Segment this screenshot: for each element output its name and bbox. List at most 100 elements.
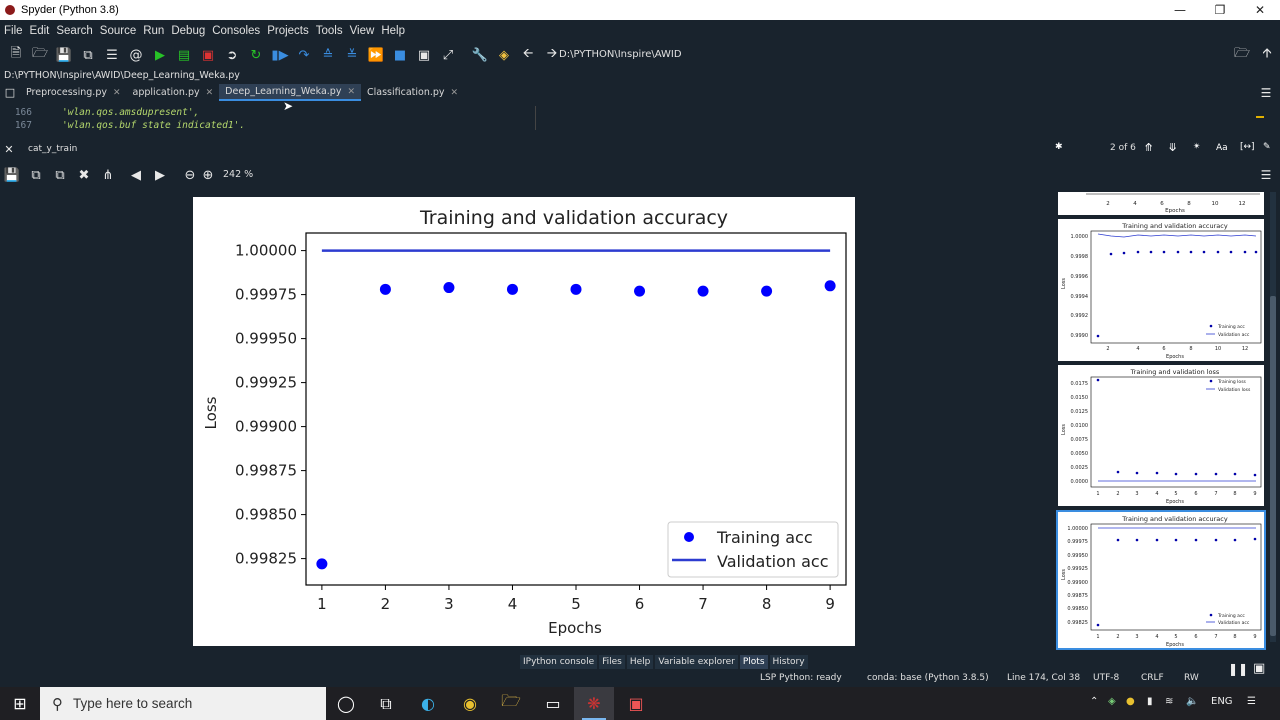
- plots-options-icon[interactable]: ☰: [1254, 163, 1278, 187]
- run-cell-advance-icon[interactable]: ▣: [196, 43, 220, 67]
- close-tab-icon[interactable]: ✕: [113, 88, 121, 98]
- menu-run[interactable]: Run: [143, 25, 164, 37]
- working-directory-field[interactable]: D:\PYTHON\Inspire\AWID: [556, 46, 1228, 64]
- tab-ipython-console[interactable]: IPython console: [520, 655, 598, 669]
- tab-application[interactable]: application.py ✕: [127, 84, 220, 101]
- x-tick-label: 5: [571, 595, 581, 613]
- remove-plot-icon[interactable]: ✖: [72, 163, 96, 187]
- debug-icon[interactable]: ▮▶: [268, 43, 292, 67]
- notifications-icon[interactable]: ☰: [1247, 696, 1256, 707]
- thumbnail-accuracy-selected[interactable]: Training and validation accuracy 1.00000…: [1056, 510, 1266, 650]
- volume-icon[interactable]: 🔈: [1186, 696, 1198, 707]
- weka-taskbar-icon[interactable]: ▣: [616, 687, 656, 720]
- save-all-plots-icon[interactable]: ⧉: [24, 163, 48, 187]
- rerun-icon[interactable]: ↻: [244, 43, 268, 67]
- taskbar-search[interactable]: ⚲ Type here to search: [40, 687, 326, 720]
- network-icon[interactable]: ◈: [1108, 696, 1116, 707]
- run-icon[interactable]: ▶: [148, 43, 172, 67]
- menu-source[interactable]: Source: [100, 25, 136, 37]
- edge-browser-icon[interactable]: ◐: [408, 687, 448, 720]
- clear-search-icon[interactable]: ✱: [1055, 142, 1063, 152]
- find-previous-icon[interactable]: ⤊: [1144, 141, 1153, 154]
- close-tab-icon[interactable]: ✕: [451, 88, 459, 98]
- thumbnail-loss[interactable]: Training and validation loss 0.0175 0.01…: [1058, 365, 1264, 506]
- maximize-button[interactable]: ❐: [1200, 0, 1240, 20]
- tab-preprocessing[interactable]: Preprocessing.py ✕: [20, 84, 127, 101]
- data-point-training: [506, 283, 518, 295]
- maximize-pane-icon[interactable]: ▣: [412, 43, 436, 67]
- file-explorer-icon[interactable]: 🗁: [491, 687, 531, 720]
- tray-app-icon[interactable]: ●: [1126, 696, 1135, 707]
- close-find-icon[interactable]: ✕: [0, 140, 18, 158]
- close-window-button[interactable]: ✕: [1240, 0, 1280, 20]
- wifi-icon[interactable]: ≋: [1165, 696, 1173, 707]
- next-plot-icon[interactable]: ▶: [148, 163, 172, 187]
- continue-icon[interactable]: ⏩: [364, 43, 388, 67]
- terminal-icon[interactable]: ▭: [533, 687, 573, 720]
- editor-options-icon[interactable]: ☰: [1254, 84, 1278, 101]
- cortana-icon[interactable]: ◯: [326, 687, 366, 720]
- tab-variable-explorer[interactable]: Variable explorer: [655, 655, 738, 669]
- menu-help[interactable]: Help: [381, 25, 405, 37]
- preferences-wrench-icon[interactable]: 🔧: [468, 43, 492, 67]
- at-sign-icon[interactable]: @: [124, 43, 148, 67]
- run-cell-icon[interactable]: ▤: [172, 43, 196, 67]
- find-input[interactable]: cat_y_train: [24, 142, 1072, 156]
- save-icon[interactable]: 💾: [52, 43, 76, 67]
- battery-icon[interactable]: ▮: [1147, 696, 1153, 707]
- regex-icon[interactable]: ✴: [1193, 142, 1201, 152]
- stop-debug-icon[interactable]: ■: [388, 43, 412, 67]
- new-file-icon[interactable]: 🗎: [4, 43, 28, 67]
- close-tab-icon[interactable]: ✕: [206, 88, 214, 98]
- find-next-icon[interactable]: ⤋: [1168, 141, 1177, 154]
- parent-directory-icon[interactable]: 🡩: [1255, 43, 1279, 67]
- tab-history[interactable]: History: [769, 655, 808, 669]
- list-icon[interactable]: ☰: [100, 43, 124, 67]
- thumbnails-scrollbar-handle[interactable]: [1270, 296, 1276, 636]
- highlight-icon[interactable]: ✎: [1263, 142, 1271, 152]
- chrome-browser-icon[interactable]: ◉: [450, 687, 490, 720]
- case-sensitive-toggle[interactable]: Aa: [1216, 143, 1228, 153]
- menu-file[interactable]: File: [4, 25, 23, 37]
- step-icon[interactable]: ↷: [292, 43, 316, 67]
- windows-start-icon[interactable]: ⊞: [0, 687, 40, 720]
- code-editor[interactable]: 166 'wlan.qos.amsdupresent', 167 'wlan.q…: [0, 102, 1280, 134]
- menu-debug[interactable]: Debug: [171, 25, 205, 37]
- step-return-icon[interactable]: ≚: [340, 43, 364, 67]
- browse-tabs-icon[interactable]: □: [0, 84, 20, 101]
- previous-plot-icon[interactable]: ◀: [124, 163, 148, 187]
- close-tab-icon[interactable]: ✕: [347, 87, 355, 97]
- copy-plot-icon[interactable]: ⧉: [48, 163, 72, 187]
- thumbnail-accuracy-12-epochs[interactable]: Training and validation accuracy 1.0000 …: [1058, 219, 1264, 361]
- menu-projects[interactable]: Projects: [267, 25, 309, 37]
- menu-tools[interactable]: Tools: [316, 25, 343, 37]
- menu-search[interactable]: Search: [56, 25, 92, 37]
- python-path-icon[interactable]: ◈: [492, 43, 516, 67]
- zoom-in-icon[interactable]: ⊕: [196, 163, 220, 187]
- thumbnail-partial[interactable]: 2 4 6 8 10 12 Epochs: [1058, 192, 1264, 215]
- save-plot-icon[interactable]: 💾: [0, 163, 24, 187]
- step-into-icon[interactable]: ≙: [316, 43, 340, 67]
- x-tick-label: 7: [698, 595, 708, 613]
- tab-help[interactable]: Help: [626, 655, 654, 669]
- tab-files[interactable]: Files: [599, 655, 625, 669]
- language-indicator[interactable]: ENG: [1211, 696, 1233, 707]
- tab-classification[interactable]: Classification.py ✕: [361, 84, 464, 101]
- menu-view[interactable]: View: [350, 25, 375, 37]
- chevron-up-icon[interactable]: ⌃: [1090, 696, 1098, 707]
- menu-edit[interactable]: Edit: [30, 25, 50, 37]
- task-view-icon[interactable]: ⧉: [366, 687, 406, 720]
- browse-folder-icon[interactable]: 🗁: [1230, 43, 1254, 67]
- minimize-button[interactable]: —: [1160, 0, 1200, 20]
- save-all-icon[interactable]: ⧉: [76, 43, 100, 67]
- fullscreen-icon[interactable]: ⤢: [436, 43, 460, 67]
- whole-word-icon[interactable]: [↔]: [1240, 142, 1255, 152]
- run-selection-icon[interactable]: ➲: [220, 43, 244, 67]
- open-file-icon[interactable]: 🗁: [28, 43, 52, 67]
- back-arrow-icon[interactable]: 🡨: [516, 43, 540, 67]
- menu-consoles[interactable]: Consoles: [212, 25, 260, 37]
- spyder-taskbar-icon[interactable]: ❋: [574, 687, 614, 720]
- remove-all-plots-icon[interactable]: ⋔: [96, 163, 120, 187]
- tab-plots[interactable]: Plots: [739, 655, 768, 669]
- zoom-level-field[interactable]: 242 %: [220, 167, 266, 183]
